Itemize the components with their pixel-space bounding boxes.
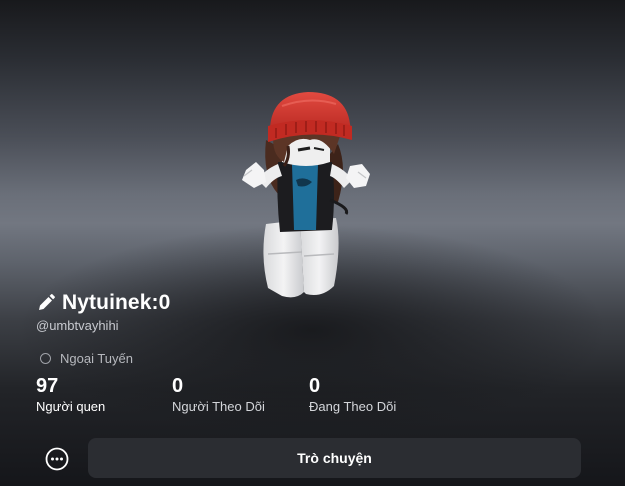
chat-button[interactable]: Trò chuyện [88, 438, 581, 478]
stat-following[interactable]: 0 Đang Theo Dõi [309, 374, 396, 415]
stat-followers[interactable]: 0 Người Theo Dõi [172, 374, 265, 415]
avatar-3d-render [242, 92, 370, 298]
stat-value: 97 [36, 375, 59, 397]
action-bar: Trò chuyện [0, 430, 625, 486]
username: @umbtvayhihi [36, 318, 119, 333]
profile-page: Nytuinek:0 @umbtvayhihi Ngoại Tuyến 97 N… [0, 0, 625, 486]
display-name: Nytuinek:0 [62, 291, 171, 314]
stat-value: 0 [172, 375, 184, 397]
presence-status: Ngoại Tuyến [40, 351, 596, 366]
stat-value: 0 [309, 375, 321, 397]
stats-row: 97 Người quen 0 Người Theo Dõi 0 Đang Th… [36, 374, 456, 418]
status-text: Ngoại Tuyến [60, 351, 133, 366]
display-name-row[interactable]: Nytuinek:0 [36, 288, 596, 318]
stat-label: Người quen [36, 399, 106, 414]
stat-label: Người Theo Dõi [172, 399, 265, 414]
more-options-icon[interactable] [45, 447, 69, 471]
pencil-icon[interactable] [36, 293, 56, 313]
stat-friends[interactable]: 97 Người quen [36, 374, 105, 415]
offline-status-icon [40, 353, 51, 364]
profile-info: Nytuinek:0 @umbtvayhihi Ngoại Tuyến [36, 288, 596, 366]
stat-label: Đang Theo Dõi [309, 399, 397, 414]
